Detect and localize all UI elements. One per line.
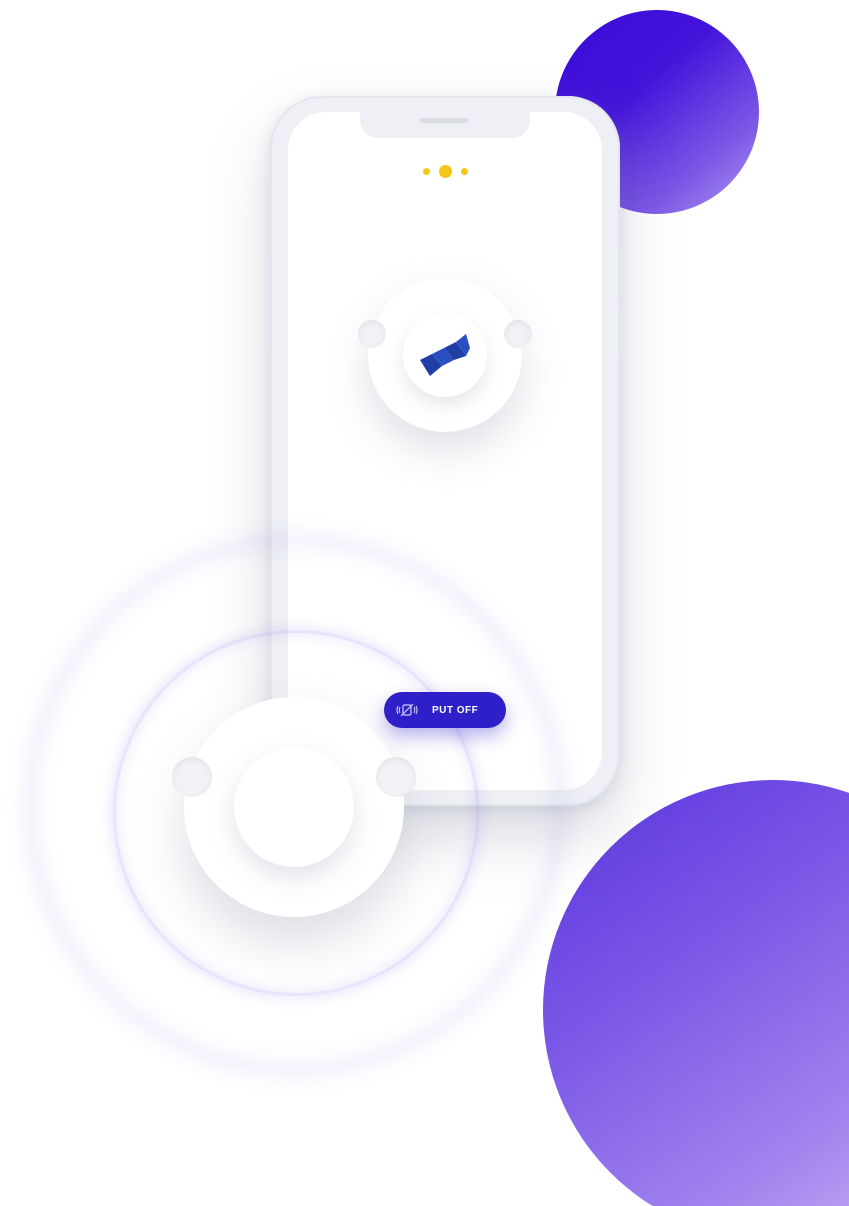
logo-inner-circle (403, 313, 487, 397)
phone-screen (288, 112, 602, 790)
page-indicator-dot (460, 167, 468, 175)
phone-notch (360, 112, 530, 138)
phone-side-button-right-top (620, 246, 624, 298)
put-off-label: PUT OFF (432, 704, 479, 716)
vibration-off-icon (396, 702, 418, 718)
put-off-button[interactable]: PUT OFF (384, 692, 506, 728)
phone-side-button-right-bottom (620, 306, 624, 358)
logo-disc-dent-right (504, 320, 532, 348)
decorative-bubble-bottom (543, 780, 849, 1206)
logo-disc-dent-left (358, 320, 386, 348)
floating-disc-inner (234, 747, 354, 867)
page-indicator (288, 164, 602, 178)
floating-disc (172, 697, 416, 917)
phone-speaker (420, 118, 468, 123)
page-indicator-dot-active (438, 164, 452, 178)
phone-side-button-left (266, 256, 270, 348)
page-indicator-dot (422, 167, 430, 175)
logo-disc (358, 278, 532, 432)
floating-disc-dent-right (376, 757, 416, 797)
floating-disc-dent-left (172, 757, 212, 797)
stage: PUT OFF (0, 0, 849, 1206)
brand-logo-icon (420, 334, 470, 376)
